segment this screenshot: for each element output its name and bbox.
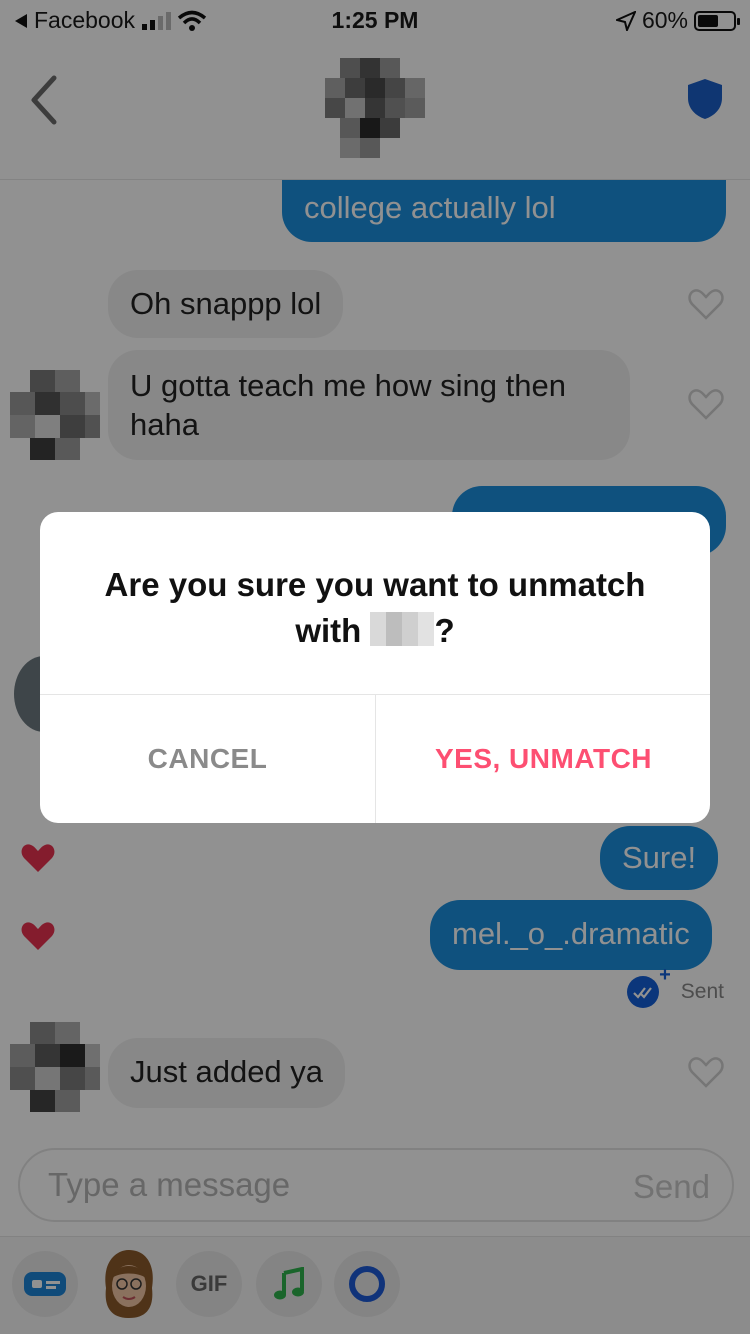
confirm-unmatch-button[interactable]: YES, UNMATCH	[376, 695, 710, 823]
dialog-title-suffix: ?	[434, 612, 455, 649]
dialog-title-prefix: Are you sure you want to unmatch	[104, 566, 646, 603]
dialog-title-mid: with	[295, 612, 362, 649]
cancel-button[interactable]: CANCEL	[40, 695, 375, 823]
unmatch-dialog: Are you sure you want to unmatch with ? …	[40, 512, 710, 823]
redacted-name	[370, 612, 435, 646]
dialog-title: Are you sure you want to unmatch with ?	[70, 562, 680, 654]
